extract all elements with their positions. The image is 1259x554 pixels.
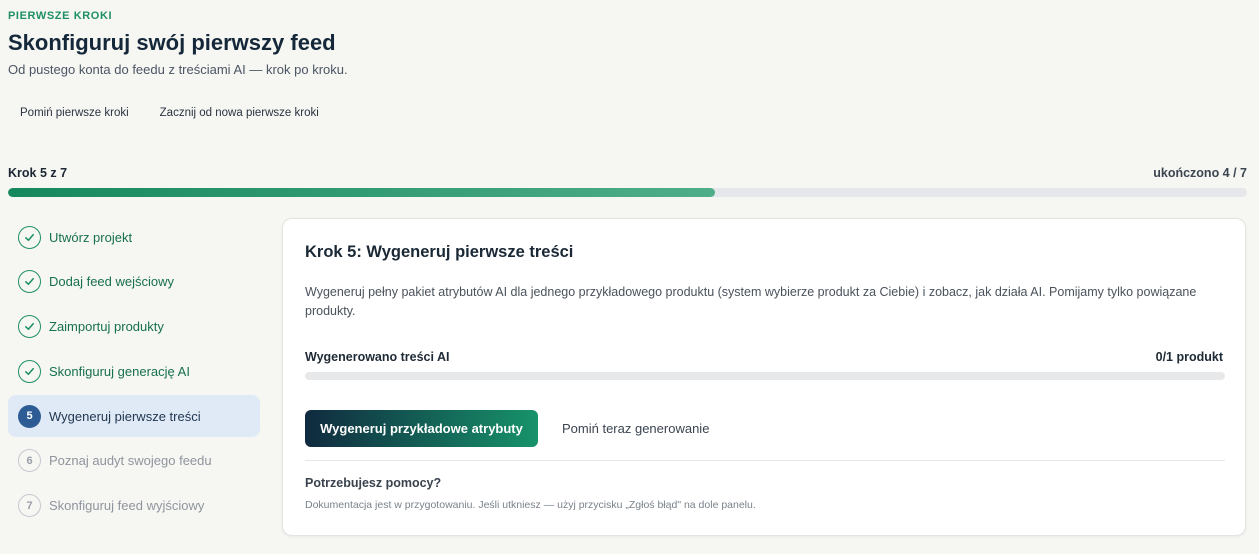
- step-item-2[interactable]: Dodaj feed wejściowy: [8, 261, 260, 303]
- step-item-6: 6 Poznaj audyt swojego feedu: [8, 440, 260, 482]
- completed-counter: ukończono 4 / 7: [1153, 166, 1247, 180]
- step-number: 7: [18, 494, 41, 518]
- step-label: Poznaj audyt swojego feedu: [49, 453, 212, 469]
- page-subtitle: Od pustego konta do feedu z treściami AI…: [8, 62, 348, 77]
- card-description: Wygeneruj pełny pakiet atrybutów AI dla …: [305, 285, 1197, 318]
- help-title: Potrzebujesz pomocy?: [305, 476, 442, 490]
- step-card: Krok 5: Wygeneruj pierwsze treści Wygene…: [282, 218, 1246, 536]
- help-text: Dokumentacja jest w przygotowaniu. Jeśli…: [305, 499, 756, 511]
- step-item-7: 7 Skonfiguruj feed wyjściowy: [8, 485, 260, 527]
- step-label: Wygeneruj pierwsze treści: [49, 408, 201, 424]
- top-actions: Pomiń pierwsze kroki Zacznij od nowa pie…: [10, 103, 329, 123]
- restart-onboarding-button[interactable]: Zacznij od nowa pierwsze kroki: [150, 103, 329, 123]
- onboarding-page: PIERWSZE KROKI Skonfiguruj swój pierwszy…: [0, 0, 1259, 554]
- step-counter: Krok 5 z 7: [8, 166, 68, 180]
- step-label: Utwórz projekt: [49, 229, 133, 245]
- generated-count: 0/1 produkt: [1155, 350, 1223, 364]
- overall-progress-bar: [8, 188, 1247, 197]
- step-label: Skonfiguruj feed wyjściowy: [49, 498, 205, 514]
- check-icon: [18, 359, 41, 383]
- skip-onboarding-button[interactable]: Pomiń pierwsze kroki: [10, 103, 139, 123]
- generation-progress-bar: [305, 372, 1225, 380]
- step-label: Dodaj feed wejściowy: [49, 274, 175, 290]
- page-title: Skonfiguruj swój pierwszy feed: [8, 30, 336, 55]
- check-icon: [18, 225, 41, 249]
- card-title: Krok 5: Wygeneruj pierwsze treści: [305, 243, 574, 261]
- step-item-1[interactable]: Utwórz projekt: [8, 216, 260, 258]
- step-label: Zaimportuj produkty: [49, 319, 164, 335]
- check-icon: [18, 315, 41, 339]
- generate-sample-attributes-button[interactable]: Wygeneruj przykładowe atrybuty: [305, 410, 538, 447]
- skip-generation-button[interactable]: Pomiń teraz generowanie: [553, 410, 718, 447]
- step-item-5[interactable]: 5 Wygeneruj pierwsze treści: [8, 395, 260, 438]
- step-number: 5: [18, 404, 41, 428]
- check-icon: [18, 270, 41, 294]
- steps-list: Utwórz projekt Dodaj feed wejściowy Zaimpo…: [8, 216, 260, 530]
- overall-progress-fill: [8, 188, 716, 197]
- divider: [305, 460, 1225, 461]
- step-label: Skonfiguruj generację AI: [49, 363, 190, 379]
- step-item-4[interactable]: Skonfiguruj generację AI: [8, 350, 260, 392]
- generated-label: Wygenerowano treści AI: [305, 350, 450, 364]
- section-eyebrow: PIERWSZE KROKI: [8, 10, 113, 22]
- step-item-3[interactable]: Zaimportuj produkty: [8, 306, 260, 348]
- step-number: 6: [18, 449, 41, 473]
